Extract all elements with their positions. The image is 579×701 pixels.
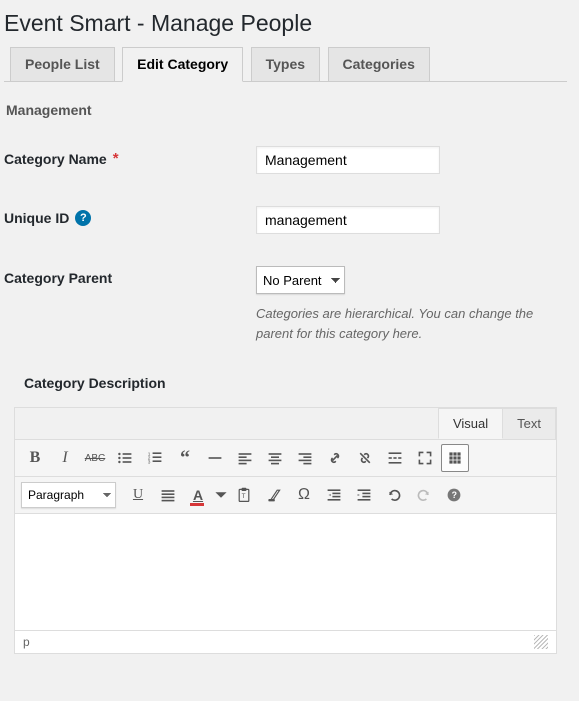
nav-tabs: People List Edit Category Types Categori…	[4, 47, 567, 82]
blockquote-icon[interactable]: “	[171, 444, 199, 472]
category-name-label: Category Name	[4, 151, 107, 167]
outdent-icon[interactable]	[320, 481, 348, 509]
paste-text-icon[interactable]: T	[230, 481, 258, 509]
category-parent-select[interactable]: No Parent	[256, 266, 345, 294]
bold-icon[interactable]: B	[21, 444, 49, 472]
ordered-list-icon[interactable]: 123	[141, 444, 169, 472]
editor-toolbar-row-2: Paragraph U A T Ω ?	[15, 477, 556, 514]
tab-categories[interactable]: Categories	[328, 47, 430, 81]
fullscreen-icon[interactable]	[411, 444, 439, 472]
link-icon[interactable]	[321, 444, 349, 472]
svg-text:T: T	[242, 493, 246, 500]
editor-toolbar-row-1: B I ABC 123 “	[15, 439, 556, 477]
editor-tab-text[interactable]: Text	[502, 408, 556, 439]
category-parent-hint: Categories are hierarchical. You can cha…	[256, 304, 556, 343]
unique-id-input[interactable]	[256, 206, 440, 234]
undo-icon[interactable]	[380, 481, 408, 509]
category-name-input[interactable]	[256, 146, 440, 174]
align-justify-icon[interactable]	[154, 481, 182, 509]
horizontal-rule-icon[interactable]	[201, 444, 229, 472]
svg-text:3: 3	[148, 460, 151, 466]
tab-types[interactable]: Types	[251, 47, 320, 81]
category-description-label: Category Description	[24, 375, 567, 391]
section-header: Management	[6, 102, 567, 118]
tab-edit-category[interactable]: Edit Category	[122, 47, 243, 82]
format-select[interactable]: Paragraph	[21, 482, 116, 508]
editor-tab-visual[interactable]: Visual	[438, 408, 503, 439]
special-char-icon[interactable]: Ω	[290, 481, 318, 509]
toolbar-toggle-icon[interactable]	[441, 444, 469, 472]
readmore-icon[interactable]	[381, 444, 409, 472]
strikethrough-icon[interactable]: ABC	[81, 444, 109, 472]
italic-icon[interactable]: I	[51, 444, 79, 472]
redo-icon[interactable]	[410, 481, 438, 509]
underline-icon[interactable]: U	[124, 481, 152, 509]
align-left-icon[interactable]	[231, 444, 259, 472]
unlink-icon[interactable]	[351, 444, 379, 472]
editor-content-area[interactable]	[15, 514, 556, 630]
textcolor-dropdown-icon[interactable]	[214, 481, 228, 509]
unique-id-label: Unique ID	[4, 210, 69, 226]
wysiwyg-editor: Visual Text B I ABC 123 “ Paragraph U	[14, 407, 557, 654]
unordered-list-icon[interactable]	[111, 444, 139, 472]
align-right-icon[interactable]	[291, 444, 319, 472]
help-icon-toolbar[interactable]: ?	[440, 481, 468, 509]
svg-text:?: ?	[452, 490, 457, 500]
editor-path: p	[23, 635, 30, 649]
resize-handle[interactable]	[534, 635, 548, 649]
indent-icon[interactable]	[350, 481, 378, 509]
align-center-icon[interactable]	[261, 444, 289, 472]
clear-format-icon[interactable]	[260, 481, 288, 509]
category-parent-label: Category Parent	[4, 270, 112, 286]
page-title: Event Smart - Manage People	[4, 4, 567, 47]
help-icon[interactable]: ?	[75, 210, 91, 226]
tab-people-list[interactable]: People List	[10, 47, 115, 81]
required-indicator: *	[113, 150, 119, 167]
textcolor-icon[interactable]: A	[184, 481, 212, 509]
